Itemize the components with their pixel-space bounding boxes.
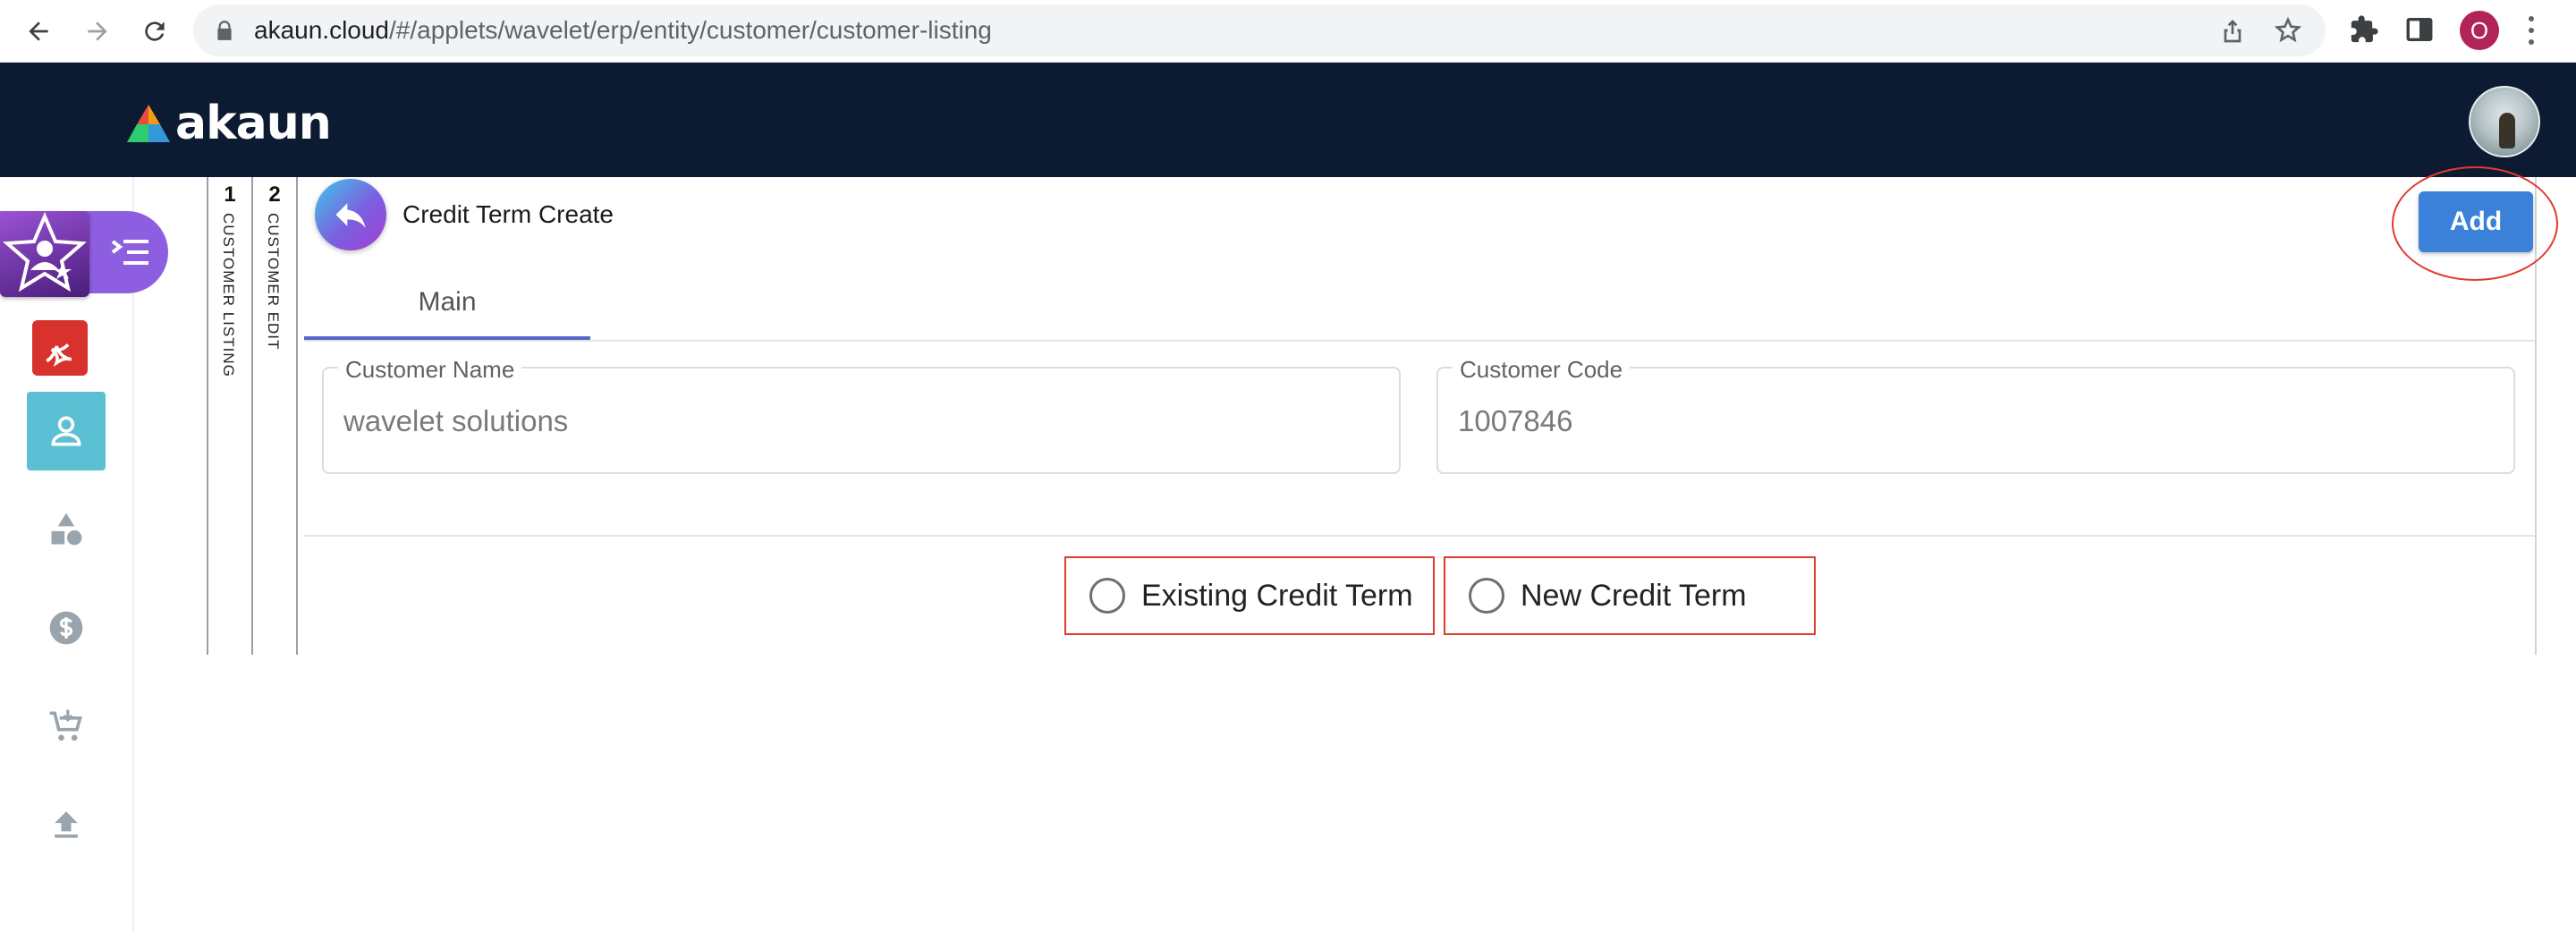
new-credit-term-option[interactable]: New Credit Term (1444, 556, 1816, 635)
back-arrow-icon[interactable] (16, 9, 61, 54)
customer-name-field[interactable]: Customer Name (322, 356, 1401, 474)
user-star-icon[interactable] (0, 211, 89, 297)
sidebar-item-pricing[interactable] (27, 589, 106, 667)
add-button[interactable]: Add (2419, 191, 2533, 252)
tab-number: 2 (268, 182, 281, 207)
reload-icon[interactable] (132, 9, 177, 54)
logo-text: akaun (175, 97, 332, 150)
sidebar-item-customer[interactable] (27, 392, 106, 470)
extensions-icon[interactable] (2349, 14, 2379, 45)
existing-credit-term-label: Existing Credit Term (1141, 578, 1413, 613)
new-credit-term-radio[interactable] (1469, 578, 1504, 614)
shapes-icon (51, 513, 82, 546)
dollar-icon (49, 611, 83, 645)
sidebar-item-cart[interactable] (27, 687, 106, 766)
lock-icon (217, 21, 232, 40)
reply-arrow-icon (335, 203, 366, 228)
vertical-tab-customer-edit[interactable]: 2 CUSTOMER EDIT (251, 177, 296, 655)
new-credit-term-label: New Credit Term (1521, 578, 1747, 613)
sidebar-item-upload[interactable] (27, 785, 106, 864)
left-sidebar (0, 177, 168, 932)
app-header: akaun (0, 63, 2576, 177)
red-app-icon[interactable] (32, 320, 88, 376)
tab-label: CUSTOMER LISTING (220, 213, 237, 377)
section-divider (304, 535, 2535, 537)
cart-icon (49, 709, 83, 741)
forward-arrow-icon[interactable] (75, 9, 120, 54)
customer-name-label: Customer Name (338, 356, 522, 384)
upload-icon (55, 811, 78, 838)
akaun-logo[interactable]: akaun (125, 97, 332, 150)
customer-code-input[interactable] (1458, 404, 2487, 438)
address-bar[interactable]: akaun.cloud/#/applets/wavelet/erp/entity… (193, 4, 2326, 56)
customer-name-input[interactable] (343, 404, 1372, 438)
akaun-logo-icon (127, 105, 170, 142)
tabs-underline (304, 340, 2535, 342)
side-panel-icon[interactable] (2404, 14, 2435, 45)
tab-label: CUSTOMER EDIT (265, 213, 282, 351)
person-icon (51, 416, 81, 446)
bookmark-star-icon[interactable] (2274, 16, 2302, 45)
url-text: akaun.cloud/#/applets/wavelet/erp/entity… (254, 16, 992, 45)
url-path: /#/applets/wavelet/erp/entity/customer/c… (389, 16, 992, 44)
customer-code-label: Customer Code (1453, 356, 1631, 384)
url-host: akaun.cloud (254, 16, 390, 44)
browser-menu-icon[interactable] (2522, 13, 2540, 48)
vertical-tab-customer-listing[interactable]: 1 CUSTOMER LISTING (207, 177, 251, 655)
tab-main[interactable]: Main (304, 268, 590, 340)
customer-code-field[interactable]: Customer Code (1436, 356, 2515, 474)
content-left-border (296, 177, 298, 655)
sidebar-item-shapes[interactable] (27, 490, 106, 569)
share-icon[interactable] (2218, 16, 2247, 45)
menu-toggle-icon[interactable] (109, 231, 152, 274)
tab-number: 1 (224, 182, 236, 207)
existing-credit-term-option[interactable]: Existing Credit Term (1064, 556, 1435, 635)
existing-credit-term-radio[interactable] (1089, 578, 1125, 614)
back-button[interactable] (315, 179, 386, 250)
browser-toolbar: akaun.cloud/#/applets/wavelet/erp/entity… (0, 0, 2576, 63)
user-avatar[interactable] (2469, 86, 2540, 157)
page-title: Credit Term Create (402, 200, 614, 228)
browser-profile-avatar[interactable]: O (2460, 11, 2499, 50)
